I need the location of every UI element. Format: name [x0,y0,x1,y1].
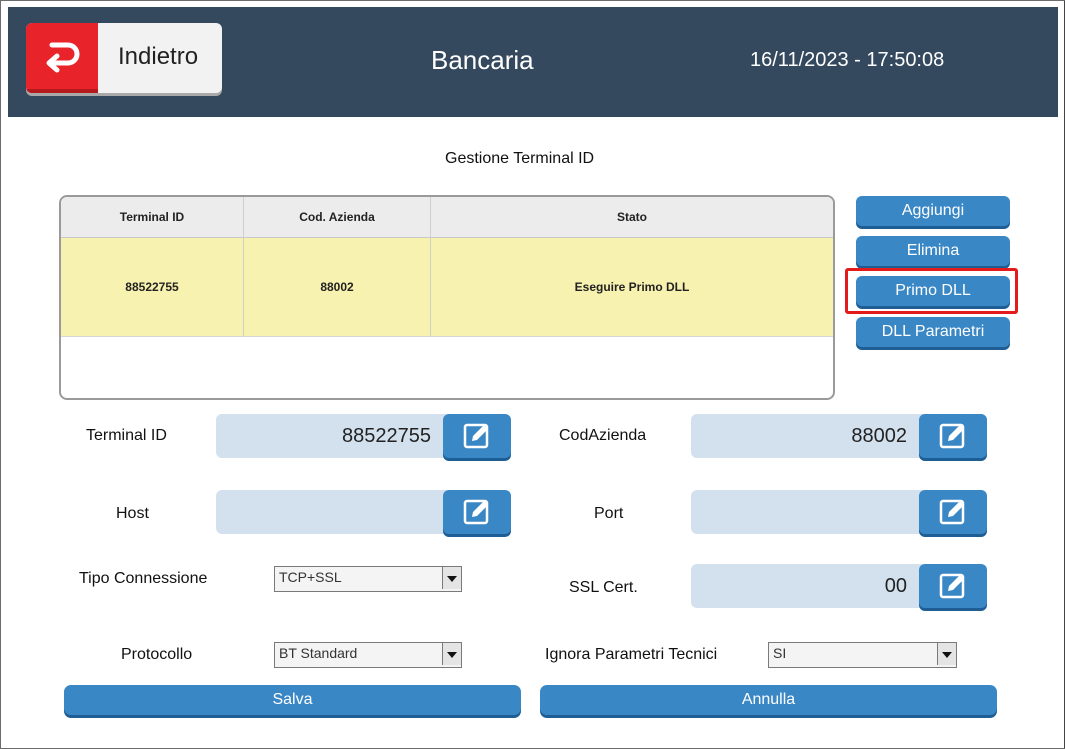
edit-cod-azienda-button[interactable] [919,414,987,458]
ignora-parametri-select[interactable]: SI [768,642,957,668]
page-title: Bancaria [431,45,534,75]
ssl-cert-label: SSL Cert. [569,579,638,596]
back-button[interactable]: Indietro [26,23,222,93]
host-field[interactable] [216,490,511,534]
protocollo-select[interactable]: BT Standard [274,642,462,668]
datetime-display: 16/11/2023 - 17:50:08 [750,49,945,71]
column-divider [430,197,431,336]
chevron-down-icon[interactable] [442,567,461,589]
dll-parameters-button[interactable]: DLL Parametri [856,317,1010,347]
column-header-stato[interactable]: Stato [431,197,833,237]
table-row[interactable]: 88522755 88002 Eseguire Primo DLL [61,238,833,337]
cell-cod-azienda: 88002 [320,280,354,294]
ignora-parametri-label: Ignora Parametri Tecnici [545,646,718,663]
protocollo-label: Protocollo [121,646,193,663]
section-title: Gestione Terminal ID [445,150,595,167]
terminal-id-label: Terminal ID [86,427,167,444]
ssl-cert-field[interactable]: 00 [691,564,987,608]
port-field[interactable] [691,490,987,534]
port-label: Port [594,505,624,522]
edit-ssl-cert-button[interactable] [919,564,987,608]
column-divider [243,197,244,336]
edit-icon [463,499,489,525]
cod-azienda-value: 88002 [851,425,907,447]
ignora-parametri-value: SI [773,645,787,661]
protocollo-value: BT Standard [279,645,358,661]
column-header-cod-azienda[interactable]: Cod. Azienda [244,197,430,237]
edit-terminal-id-button[interactable] [443,414,511,458]
cancel-button[interactable]: Annulla [540,685,997,715]
edit-icon [939,573,965,599]
edit-icon [463,423,489,449]
cod-azienda-field[interactable]: 88002 [691,414,987,458]
tipo-connessione-select[interactable]: TCP+SSL [274,566,462,592]
host-label: Host [116,505,149,522]
column-header-terminal-id[interactable]: Terminal ID [61,197,243,237]
highlight-box [845,268,1018,314]
save-button[interactable]: Salva [64,685,521,715]
terminal-id-field[interactable]: 88522755 [216,414,511,458]
delete-button[interactable]: Elimina [856,236,1010,266]
back-button-label: Indietro [118,43,199,70]
add-button[interactable]: Aggiungi [856,196,1010,226]
tipo-connessione-label: Tipo Connessione [79,570,208,587]
terminal-table: Terminal ID Cod. Azienda Stato 88522755 … [59,195,835,400]
cell-stato: Eseguire Primo DLL [574,280,690,294]
cod-azienda-label: CodAzienda [559,427,647,444]
terminal-id-value: 88522755 [342,425,431,447]
edit-host-button[interactable] [443,490,511,534]
table-header: Terminal ID Cod. Azienda Stato [61,197,833,238]
edit-icon [939,499,965,525]
edit-port-button[interactable] [919,490,987,534]
back-arrow-icon [26,23,98,93]
tipo-connessione-value: TCP+SSL [279,569,342,585]
cell-terminal-id: 88522755 [125,280,179,294]
header-bar: Indietro Bancaria 16/11/2023 - 17:50:08 [8,7,1058,117]
chevron-down-icon[interactable] [937,643,956,665]
chevron-down-icon[interactable] [442,643,461,665]
edit-icon [939,423,965,449]
ssl-cert-value: 00 [884,575,907,597]
